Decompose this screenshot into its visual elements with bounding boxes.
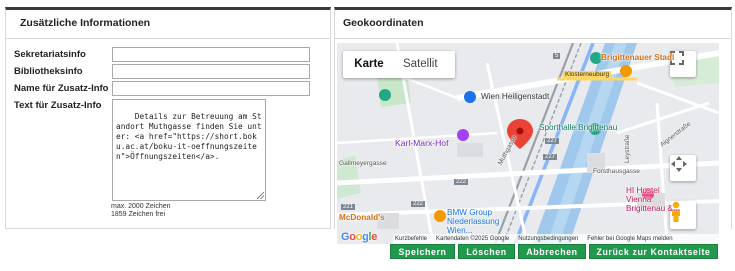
road — [636, 81, 719, 115]
textarea-content: Details zur Betreuung am Standort Muthga… — [116, 112, 262, 161]
building — [457, 143, 483, 157]
secretariat-info-input[interactable] — [112, 47, 310, 62]
library-info-input[interactable] — [112, 64, 310, 79]
road-number-label: 5 — [553, 53, 561, 59]
report-error-link[interactable]: Fehler bei Google Maps melden — [587, 234, 672, 244]
landmark-icon — [457, 129, 469, 141]
label-secretariat-info: Sekretariatsinfo — [14, 49, 86, 60]
free-chars-hint: 1859 Zeichen frei — [111, 211, 166, 218]
road-number-label: 222 — [411, 201, 426, 207]
highway-label: Klosterneuburg — [563, 71, 612, 78]
street-label: Leystraße — [624, 134, 631, 163]
poi-label: Sporthalle Brigittenau — [539, 123, 618, 132]
pan-arrows-icon — [671, 156, 687, 172]
train-station-icon — [464, 91, 476, 103]
additional-info-name-input[interactable] — [112, 81, 310, 96]
poi-label: Karl-Marx-Hof — [395, 138, 449, 148]
map-footer: Kurzbefehle Kartendaten ©2025 Google Nut… — [393, 234, 719, 244]
label-additional-info-name: Name für Zusatz-Info — [14, 83, 109, 94]
additional-info-textarea[interactable]: Details zur Betreuung am Standort Muthga… — [112, 99, 266, 201]
save-button[interactable]: Speichern — [390, 244, 455, 259]
back-to-contact-button[interactable]: Zurück zur Kontaktseite — [589, 244, 718, 259]
street-label: Gallmeyergasse — [339, 160, 387, 167]
road-number-label: 227 — [543, 154, 558, 160]
poi-label: HI Hostel Vienna Brigittenau &... — [626, 186, 680, 213]
tab-satellite[interactable]: Satellit — [395, 51, 446, 78]
divider — [6, 38, 330, 39]
tab-map[interactable]: Karte — [343, 51, 395, 78]
poi-label: Wien Heiligenstadt — [481, 92, 550, 101]
poi-label: Brigittenauer Stadl — [601, 53, 675, 62]
additional-info-panel: Zusätzliche Informationen Sekretariatsin… — [5, 7, 331, 229]
divider — [335, 38, 731, 39]
delete-button[interactable]: Löschen — [458, 244, 515, 259]
restaurant-icon — [620, 65, 632, 77]
google-logo: Google — [341, 231, 378, 243]
terms-link[interactable]: Nutzungsbedingungen — [518, 234, 578, 244]
restaurant-icon — [434, 210, 446, 222]
road — [655, 102, 669, 244]
keyboard-shortcuts-link[interactable]: Kurzbefehle — [395, 234, 427, 244]
poi-label: BMW Group Niederlassung Wien... — [447, 208, 500, 235]
street-label: Forsthausgasse — [593, 168, 640, 175]
camera-control-button[interactable] — [670, 155, 696, 181]
road-number-label: 221 — [341, 204, 356, 210]
cancel-button[interactable]: Abbrechen — [518, 244, 586, 259]
google-map[interactable]: Karte Satellit Brigittenauer Stadl Klost… — [337, 43, 719, 244]
road-number-label: 227 — [545, 138, 560, 144]
label-library-info: Bibliotheksinfo — [14, 66, 83, 77]
park-icon — [379, 89, 391, 101]
road — [616, 101, 710, 135]
panel-title-geocoordinates: Geokoordinaten — [343, 17, 424, 29]
road-number-label: 222 — [454, 179, 469, 185]
max-chars-hint: max. 2000 Zeichen — [111, 203, 171, 210]
map-data-attribution: Kartendaten ©2025 Google — [436, 236, 510, 242]
map-type-switcher: Karte Satellit — [343, 51, 455, 78]
resize-handle[interactable] — [257, 192, 264, 199]
label-additional-info-text: Text für Zusatz-Info — [14, 100, 102, 111]
poi-label: McDonald's — [339, 213, 385, 222]
panel-title-additional-info: Zusätzliche Informationen — [20, 17, 151, 29]
